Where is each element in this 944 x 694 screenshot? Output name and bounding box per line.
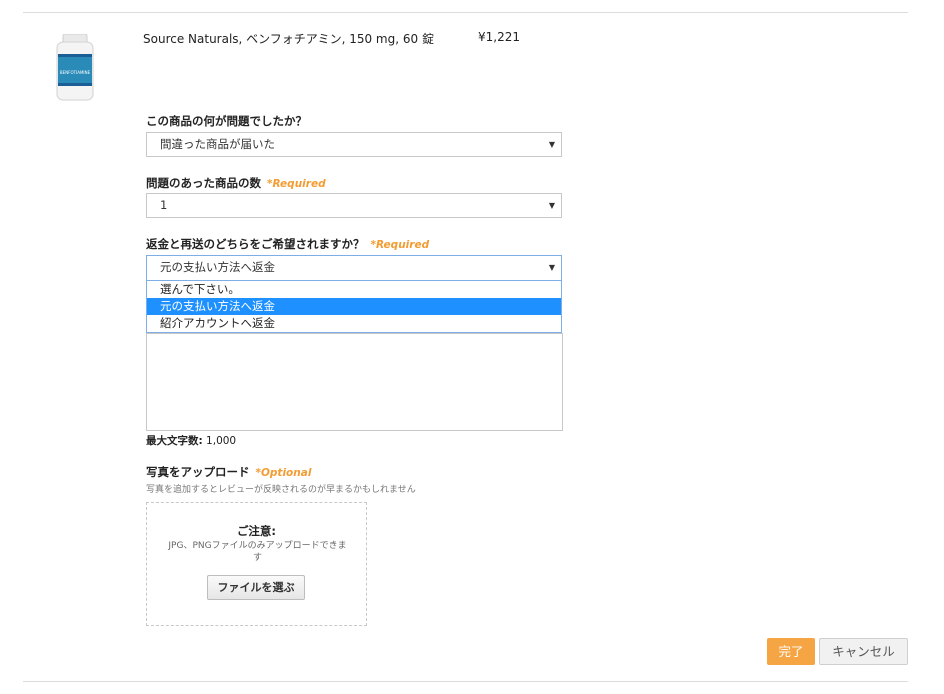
comment-textarea[interactable] <box>146 333 563 431</box>
cancel-button[interactable]: キャンセル <box>819 638 908 665</box>
product-price: ¥1,221 <box>478 30 520 44</box>
max-characters-value: 1,000 <box>206 435 237 447</box>
chevron-down-icon: ▼ <box>548 140 555 149</box>
required-marker: *Required <box>370 239 430 251</box>
resolution-label: 返金と再送のどちらをご希望されますか？ *Required <box>146 236 429 252</box>
problem-label-text: この商品の何が問題でしたか？ <box>146 114 307 128</box>
problem-select[interactable]: 間違った商品が届いた ▼ <box>146 132 562 157</box>
resolution-select[interactable]: 元の支払い方法へ返金 ▼ <box>146 255 562 281</box>
quantity-select[interactable]: 1 ▼ <box>146 193 562 218</box>
optional-marker: *Optional <box>255 467 312 479</box>
resolution-select-value: 元の支払い方法へ返金 <box>160 260 275 274</box>
chevron-down-icon: ▼ <box>548 201 555 210</box>
max-characters-label: 最大文字数: <box>146 435 203 447</box>
notice-title: ご注意: <box>236 524 277 538</box>
quantity-select-value: 1 <box>160 198 168 212</box>
product-name: Source Naturals, ベンフォチアミン, 150 mg, 60 錠 <box>143 32 434 46</box>
problem-select-value: 間違った商品が届いた <box>160 137 275 151</box>
problem-label: この商品の何が問題でしたか？ <box>146 113 307 129</box>
upload-title-text: 写真をアップロード <box>146 465 250 479</box>
resolution-dropdown: 選んで下さい。 元の支払い方法へ返金 紹介アカウントへ返金 <box>146 281 562 333</box>
upload-title: 写真をアップロード *Optional <box>146 464 311 480</box>
upload-dropzone[interactable]: ご注意: JPG、PNGファイルのみアップロードできます ファイルを選ぶ <box>146 502 367 626</box>
dropdown-option-selected[interactable]: 元の支払い方法へ返金 <box>147 298 561 315</box>
choose-file-button[interactable]: ファイルを選ぶ <box>207 575 305 600</box>
product-image: BENFOTIAMINE <box>56 34 94 101</box>
top-divider <box>23 12 908 13</box>
dropdown-option[interactable]: 選んで下さい。 <box>147 281 561 298</box>
max-characters: 最大文字数: 1,000 <box>146 433 236 448</box>
bottom-divider <box>23 681 908 682</box>
quantity-label: 問題のあった商品の数 *Required <box>146 175 326 191</box>
done-button[interactable]: 完了 <box>767 638 815 665</box>
required-marker: *Required <box>267 178 326 190</box>
bottle-label: BENFOTIAMINE <box>60 70 91 75</box>
chevron-down-icon: ▼ <box>548 263 555 272</box>
upload-subtitle: 写真を追加するとレビューが反映されるのが早まるかもしれません <box>146 485 416 495</box>
notice-body: JPG、PNGファイルのみアップロードできます <box>168 541 347 563</box>
resolution-label-text: 返金と再送のどちらをご希望されますか？ <box>146 237 365 251</box>
quantity-label-text: 問題のあった商品の数 <box>146 176 261 190</box>
dropdown-option[interactable]: 紹介アカウントへ返金 <box>147 315 561 332</box>
